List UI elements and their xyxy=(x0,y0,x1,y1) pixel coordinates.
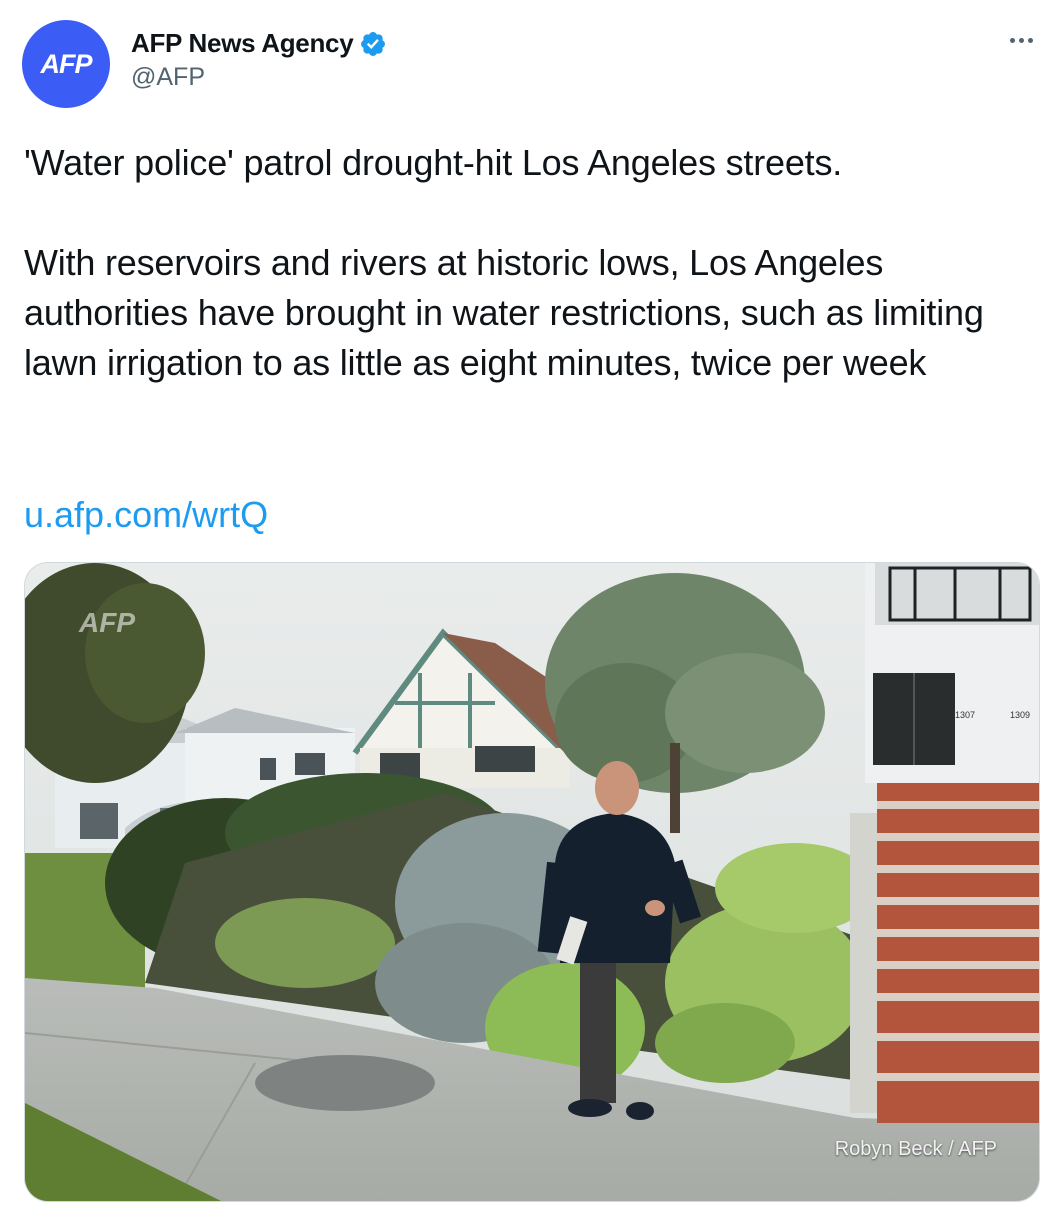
avatar[interactable]: AFP xyxy=(22,20,110,108)
tweet-paragraph-1: 'Water police' patrol drought-hit Los An… xyxy=(24,142,843,183)
tweet-paragraph-2: With reservoirs and rivers at historic l… xyxy=(24,242,984,383)
house-number: 1309 xyxy=(1010,710,1030,720)
avatar-logo-text: AFP xyxy=(40,48,93,79)
dot xyxy=(1018,37,1024,43)
photo-illustration: 1307 1309 xyxy=(25,563,1039,1201)
display-name[interactable]: AFP News Agency xyxy=(131,28,354,59)
tweet-photo[interactable]: 1307 1309 AFP Robyn Beck / AFP xyxy=(24,562,1040,1202)
photo-credit: Robyn Beck / AFP xyxy=(834,1138,997,1160)
house-number: 1307 xyxy=(955,710,975,720)
dot xyxy=(1027,37,1033,43)
verified-badge-icon xyxy=(359,30,387,58)
tweet-link[interactable]: u.afp.com/wrtQ xyxy=(24,490,268,540)
tweet-text: 'Water police' patrol drought-hit Los An… xyxy=(24,138,1034,388)
dot xyxy=(1009,37,1015,43)
author-header: AFP News Agency @AFP xyxy=(131,28,387,92)
more-options-icon[interactable] xyxy=(1006,30,1036,50)
name-row: AFP News Agency xyxy=(131,28,387,59)
handle[interactable]: @AFP xyxy=(131,63,387,92)
photo-watermark: AFP xyxy=(79,607,135,638)
